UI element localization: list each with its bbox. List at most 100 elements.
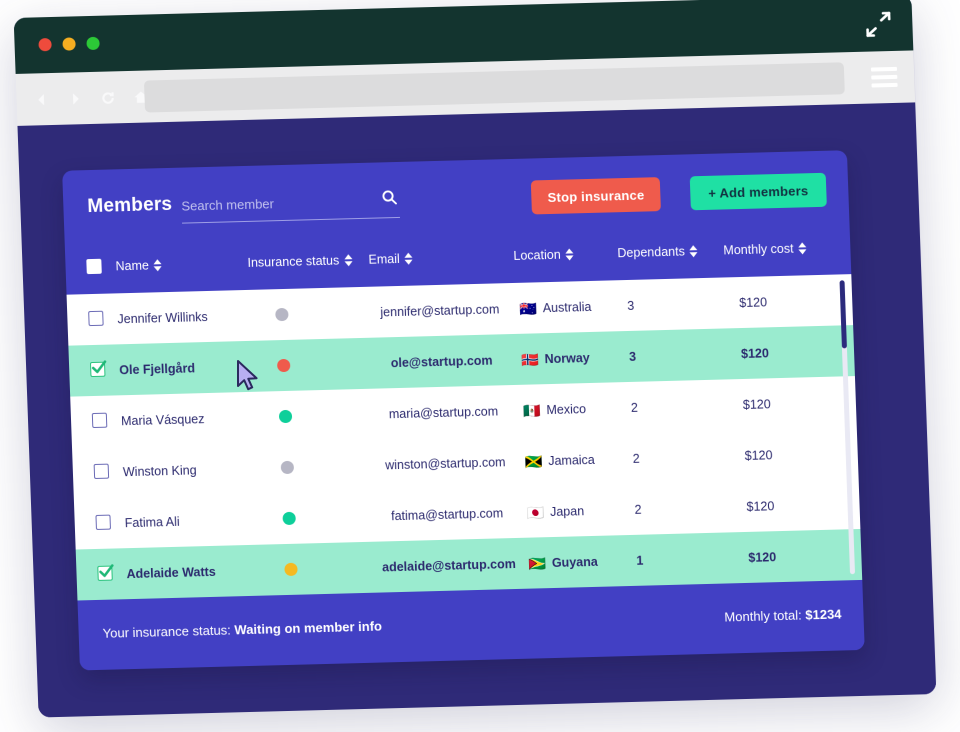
status-dot-grey [280, 460, 295, 475]
flag-icon: 🇲🇽 [522, 401, 541, 419]
sort-arrows-icon[interactable] [689, 245, 698, 258]
page-title: Members [87, 193, 173, 218]
sort-arrows-icon[interactable] [404, 252, 413, 265]
reload-icon[interactable] [100, 90, 116, 105]
sort-arrows-icon[interactable] [153, 259, 162, 272]
browser-mockup: Members Stop insurance + Add member [13, 0, 937, 718]
back-arrow-icon[interactable] [34, 92, 50, 107]
cell-location: 🇲🇽 Mexico [522, 401, 587, 419]
cell-email: adelaide@startup.com [381, 556, 517, 574]
cell-location: 🇳🇴 Norway [520, 350, 590, 368]
row-checkbox[interactable] [93, 463, 110, 480]
members-table-body: Jennifer Willinks jennifer@startup.com 🇦… [66, 274, 863, 601]
cell-monthly-cost: $120 [742, 396, 771, 412]
status-dot-grey [275, 307, 289, 322]
row-checkbox[interactable] [97, 564, 114, 581]
status-dot-amber [284, 562, 298, 577]
cell-insurance-status [276, 340, 291, 391]
status-dot-green [278, 409, 293, 424]
browser-nav-buttons [34, 89, 149, 107]
status-dot-green [282, 511, 296, 526]
cell-location: 🇦🇺 Australia [519, 299, 592, 317]
forward-arrow-icon[interactable] [67, 91, 83, 106]
cell-insurance-status [284, 544, 299, 595]
cell-location: 🇯🇲 Jamaica [524, 452, 596, 470]
cell-email: ole@startup.com [390, 353, 493, 370]
row-checkbox[interactable] [95, 514, 111, 530]
flag-icon: 🇳🇴 [520, 350, 539, 368]
column-header-location[interactable]: Location [513, 247, 574, 263]
status-dot-red [276, 358, 291, 373]
cell-insurance-status [280, 442, 295, 493]
cell-email: winston@startup.com [384, 454, 506, 472]
cell-name: Adelaide Watts [126, 564, 216, 581]
cell-email: jennifer@startup.com [380, 301, 500, 319]
sort-arrows-icon[interactable] [798, 242, 807, 255]
cell-dependants: 1 [636, 553, 644, 568]
cell-dependants: 2 [630, 400, 639, 415]
column-header-label: Email [368, 251, 400, 267]
cell-dependants: 2 [634, 502, 642, 517]
cell-name: Maria Vásquez [120, 411, 205, 428]
cell-insurance-status [274, 289, 289, 340]
page-viewport: Members Stop insurance + Add member [17, 102, 937, 718]
column-header-label: Dependants [617, 244, 686, 261]
flag-icon: 🇯🇲 [524, 452, 543, 470]
cell-location: 🇯🇵 Japan [526, 503, 585, 521]
cell-monthly-cost: $120 [744, 447, 773, 463]
cell-monthly-cost: $120 [746, 498, 775, 514]
flag-icon: 🇯🇵 [526, 503, 545, 521]
cell-insurance-status [282, 493, 297, 544]
column-header-label: Location [513, 247, 561, 263]
column-header-label: Insurance status [247, 253, 340, 270]
cell-monthly-cost: $120 [740, 345, 770, 361]
window-traffic-lights [38, 36, 100, 52]
column-header-label: Name [115, 258, 150, 274]
monthly-total-summary: Monthly total: $1234 [724, 606, 842, 624]
search-input[interactable] [180, 185, 400, 220]
insurance-status-value: Waiting on member info [234, 618, 383, 638]
cell-name: Winston King [122, 462, 197, 479]
column-header-label: Monthly cost [723, 241, 794, 258]
browser-window: Members Stop insurance + Add member [13, 0, 937, 718]
search-icon[interactable] [381, 189, 398, 205]
minimize-window-button[interactable] [62, 37, 76, 51]
column-header-name[interactable]: Name [115, 258, 162, 273]
cell-insurance-status [278, 391, 293, 442]
search-member-field[interactable] [180, 185, 401, 226]
maximize-window-button[interactable] [86, 36, 100, 51]
sort-arrows-icon[interactable] [565, 248, 574, 261]
row-checkbox[interactable] [89, 360, 107, 378]
column-header-insurance-status[interactable]: Insurance status [247, 253, 353, 270]
row-checkbox[interactable] [88, 310, 104, 327]
expand-arrows-icon[interactable] [862, 8, 895, 41]
column-header-monthly-cost[interactable]: Monthly cost [723, 241, 807, 257]
cell-monthly-cost: $120 [739, 294, 768, 310]
cell-name: Fatima Ali [124, 514, 180, 530]
url-bar[interactable] [143, 62, 845, 113]
row-checkbox[interactable] [91, 412, 108, 429]
sort-arrows-icon[interactable] [344, 254, 353, 267]
cell-email: fatima@startup.com [390, 505, 504, 523]
select-all-checkbox[interactable] [86, 258, 102, 275]
monthly-total-label: Monthly total: [724, 607, 802, 625]
column-header-dependants[interactable]: Dependants [617, 244, 698, 260]
close-window-button[interactable] [38, 37, 52, 52]
add-members-button[interactable]: + Add members [689, 172, 827, 211]
members-card: Members Stop insurance + Add member [62, 150, 865, 671]
cell-dependants: 3 [628, 349, 637, 364]
cell-location: 🇬🇾 Guyana [528, 554, 598, 572]
screenshot-stage: Members Stop insurance + Add member [0, 0, 960, 732]
cell-monthly-cost: $120 [748, 549, 777, 565]
hamburger-menu-icon[interactable] [870, 66, 898, 88]
flag-icon: 🇦🇺 [519, 299, 538, 317]
cell-dependants: 2 [632, 451, 640, 466]
cell-name: Jennifer Willinks [117, 309, 208, 326]
column-header-email[interactable]: Email [368, 252, 413, 267]
insurance-status-label: Your insurance status: [102, 622, 232, 641]
cell-name: Ole Fjellgård [119, 360, 196, 377]
stop-insurance-button[interactable]: Stop insurance [531, 177, 661, 215]
flag-icon: 🇬🇾 [528, 554, 547, 572]
insurance-status-summary: Your insurance status: Waiting on member… [102, 619, 382, 641]
cell-dependants: 3 [627, 298, 635, 313]
